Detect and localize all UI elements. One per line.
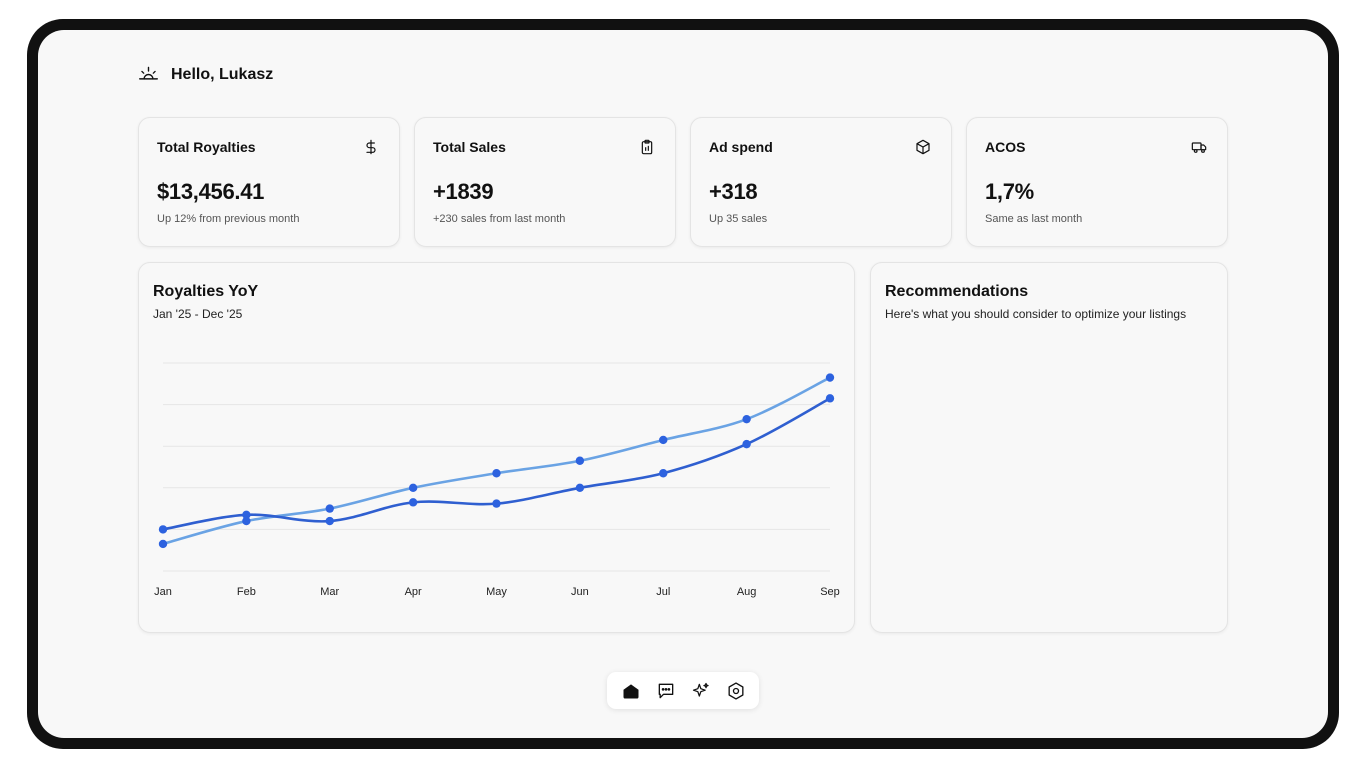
x-tick-label: Apr [405,586,422,598]
stat-value: +318 [709,179,758,204]
stat-subtext: Up 35 sales [709,213,768,225]
series-2-point [659,469,668,478]
stat-card-total-royalties[interactable]: Total Royalties $13,456.41 Up 12% from p… [138,117,400,247]
series-line-1 [161,376,832,546]
series-1-point [659,435,668,445]
stat-card-ad-spend[interactable]: Ad spend +318 Up 35 sales [690,117,952,247]
stat-card-total-sales[interactable]: Total Sales +1839 +230 sales from last m… [414,117,676,247]
truck-icon [1191,142,1207,153]
ai-sparkle-button[interactable] [688,678,714,704]
stat-title: Ad spend [709,139,773,155]
stat-card-acos[interactable]: ACOS 1,7% Same as last month [966,117,1228,247]
series-2-point [242,510,251,520]
series-1-point [325,504,334,513]
series-2-point [325,516,334,526]
greeting: Hello, Lukasz [138,64,273,85]
series-2-point [742,439,751,449]
sunrise-icon [139,66,158,80]
clipboard-icon [641,139,653,155]
series-1-point [158,539,168,549]
stat-subtext: Same as last month [985,213,1083,225]
bottom-dock [607,672,759,709]
dollar-icon [366,139,376,155]
stat-title: ACOS [985,139,1026,155]
x-tick-label: Mar [320,586,339,598]
series-line-2 [161,397,832,531]
series-2-point [575,483,585,492]
series-2-point [408,498,418,507]
device-frame: Hello, Lukasz Total Royalties $13,456.41… [27,19,1339,749]
chat-button[interactable] [653,678,679,704]
x-tick-label: May [486,586,507,598]
x-tick-label: Sep [820,586,840,598]
settings-button[interactable] [723,678,749,704]
greeting-text: Hello, Lukasz [171,65,274,83]
stat-value: $13,456.41 [157,179,265,204]
stat-subtext: +230 sales from last month [433,213,566,225]
royalties-line-chart: Jan Feb Mar Apr May Jun Jul Aug Sep [154,362,840,598]
recommendations-subtitle: Here's what you should consider to optim… [885,307,1187,321]
series-1-point [742,414,751,424]
x-tick-label: Feb [237,586,256,598]
stat-title: Total Sales [433,139,506,155]
chat-icon [658,683,673,698]
series-1-point [408,483,418,492]
home-icon [623,683,638,698]
stat-value: +1839 [433,179,494,204]
settings-icon [728,681,743,700]
sparkle-icon [692,682,709,697]
x-tick-label: Aug [737,586,757,598]
home-button[interactable] [618,678,644,704]
x-tick-label: Jan [154,586,172,598]
dashboard-screen: Hello, Lukasz Total Royalties $13,456.41… [38,30,1328,738]
series-2-point [492,499,501,508]
royalties-chart-card: Royalties YoY Jan '25 - Dec '25 Jan Feb Ma… [138,262,855,633]
series-2-point [825,394,835,403]
series-1-point [575,456,585,465]
series-1-point [492,469,501,478]
recommendations-card: Recommendations Here's what you should c… [870,262,1228,633]
stat-subtext: Up 12% from previous month [157,213,300,225]
series-2-point [158,525,168,534]
box-icon [916,139,930,155]
stat-title: Total Royalties [157,139,256,155]
x-tick-label: Jul [656,586,670,598]
x-tick-label: Jun [571,586,589,598]
recommendations-title: Recommendations [885,283,1029,300]
series-1-point [825,373,835,382]
stat-value: 1,7% [985,179,1034,204]
